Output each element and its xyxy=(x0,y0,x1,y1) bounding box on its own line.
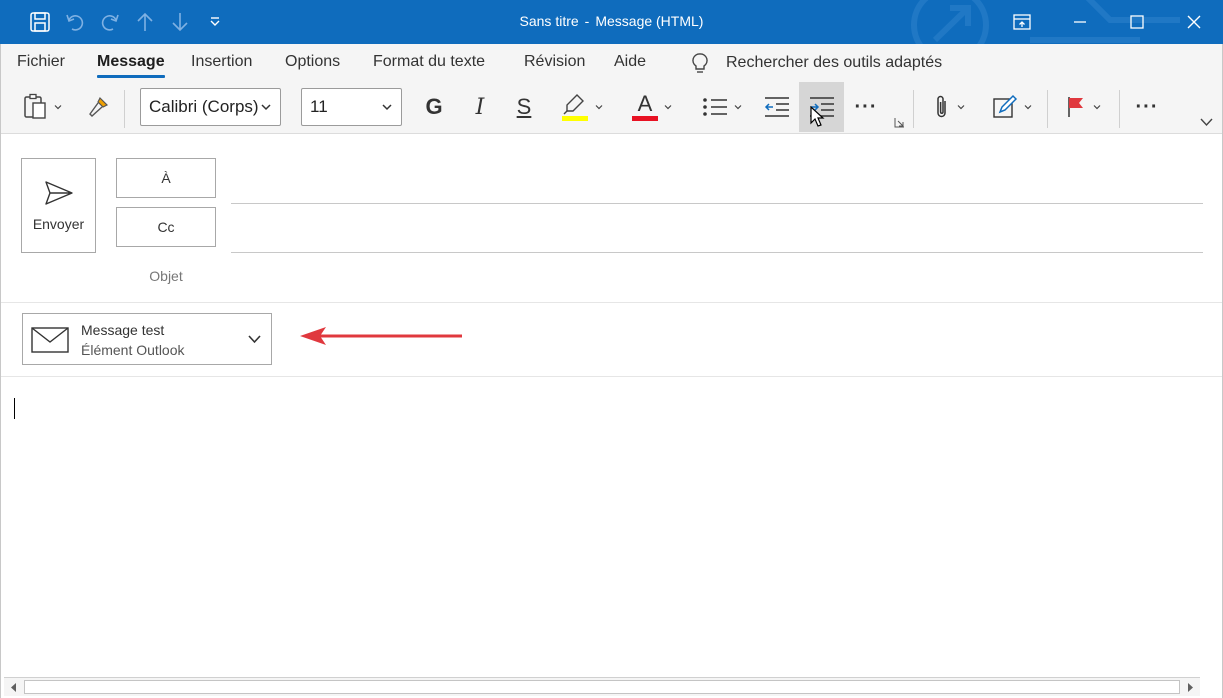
tell-me-label: Rechercher des outils adaptés xyxy=(726,54,943,71)
title-separator: - xyxy=(584,13,590,29)
ribbon-display-icon xyxy=(1012,14,1031,30)
highlighter-icon xyxy=(562,94,588,121)
decrease-indent-icon xyxy=(764,97,789,117)
envelope-icon xyxy=(31,327,69,353)
tell-me-search[interactable]: Rechercher des outils adaptés xyxy=(690,52,942,74)
close-button[interactable] xyxy=(1165,0,1222,44)
follow-up-flag-button[interactable] xyxy=(1058,82,1108,132)
to-button[interactable]: À xyxy=(116,158,216,198)
more-commands-button[interactable]: ··· xyxy=(1128,82,1166,132)
attachment-type: Élément Outlook xyxy=(81,342,185,358)
to-field[interactable] xyxy=(231,203,1203,204)
chevron-down-icon xyxy=(1199,118,1213,127)
ribbon-separator xyxy=(913,90,914,128)
font-size-select[interactable]: 11 xyxy=(301,88,402,126)
bullets-button[interactable] xyxy=(692,82,752,132)
decrease-indent-button[interactable] xyxy=(756,82,798,132)
tab-format-du-texte[interactable]: Format du texte xyxy=(373,53,485,71)
more-glyph: ··· xyxy=(1135,95,1159,118)
scroll-left-icon[interactable] xyxy=(7,681,21,693)
ribbon-toolbar: Calibri (Corps) 11 G I S A ··· ··· xyxy=(0,82,1223,134)
annotation-arrow xyxy=(300,327,462,345)
header-separator xyxy=(0,302,1223,303)
chevron-down-icon xyxy=(1024,105,1032,110)
send-label: Envoyer xyxy=(32,215,85,232)
attachment-separator xyxy=(0,376,1223,377)
signature-button[interactable] xyxy=(986,82,1038,132)
scrollbar-track[interactable] xyxy=(24,680,1180,694)
chevron-down-icon xyxy=(261,104,271,111)
underline-glyph: S xyxy=(516,94,532,119)
font-color-bar xyxy=(632,115,658,121)
title-bar: Sans titre - Message (HTML) xyxy=(0,0,1223,44)
maximize-button[interactable] xyxy=(1108,0,1165,44)
ribbon-separator xyxy=(1047,90,1048,128)
chevron-down-icon xyxy=(54,105,62,110)
dialog-launcher-icon xyxy=(894,117,904,127)
minimize-button[interactable] xyxy=(1051,0,1108,44)
text-cursor xyxy=(14,398,15,419)
paste-button[interactable] xyxy=(12,82,72,132)
tab-insertion[interactable]: Insertion xyxy=(191,53,252,71)
more-glyph: ··· xyxy=(854,95,878,118)
ribbon-display-options-button[interactable] xyxy=(993,0,1050,44)
close-icon xyxy=(1187,15,1200,29)
font-name-value: Calibri (Corps) xyxy=(149,97,259,116)
attachment-item[interactable]: Message test Élément Outlook xyxy=(22,313,272,365)
font-name-select[interactable]: Calibri (Corps) xyxy=(140,88,281,126)
signature-icon xyxy=(993,94,1018,118)
font-color-swatch: A xyxy=(632,90,658,121)
tab-revision[interactable]: Révision xyxy=(524,53,585,71)
italic-glyph: I xyxy=(475,94,485,120)
tab-aide[interactable]: Aide xyxy=(614,53,646,71)
cc-field[interactable] xyxy=(231,252,1203,253)
subject-field[interactable]: Objet xyxy=(116,268,216,284)
bold-glyph: G xyxy=(425,94,443,119)
chevron-down-icon xyxy=(957,105,965,110)
chevron-down-icon xyxy=(1093,105,1101,110)
menu-bar: Fichier Message Insertion Options Format… xyxy=(0,44,1223,82)
format-painter-icon xyxy=(89,96,109,117)
cc-button[interactable]: Cc xyxy=(116,207,216,247)
attachment-name: Message test xyxy=(81,322,165,338)
chevron-down-icon xyxy=(595,105,603,110)
paperclip-icon xyxy=(937,95,946,118)
chevron-down-icon xyxy=(734,105,742,110)
bullet-list-icon xyxy=(703,98,727,116)
chevron-down-icon xyxy=(664,105,672,110)
send-button[interactable]: Envoyer xyxy=(21,158,96,253)
italic-button[interactable]: I xyxy=(462,82,498,132)
paste-icon xyxy=(24,93,46,119)
highlight-button[interactable] xyxy=(552,82,612,132)
horizontal-scrollbar[interactable] xyxy=(4,677,1200,696)
format-painter-button[interactable] xyxy=(78,82,118,132)
send-icon xyxy=(44,180,73,205)
scroll-right-icon[interactable] xyxy=(1183,681,1197,693)
font-size-value: 11 xyxy=(310,97,328,116)
maximize-icon xyxy=(1129,15,1144,29)
chevron-down-icon[interactable] xyxy=(248,334,261,344)
window-border-left xyxy=(0,44,1,698)
ribbon-separator xyxy=(1119,90,1120,128)
flag-icon xyxy=(1068,97,1083,117)
ribbon-separator xyxy=(124,90,125,128)
underline-button[interactable]: S xyxy=(506,82,542,132)
mouse-cursor-icon xyxy=(810,106,825,127)
tab-message[interactable]: Message xyxy=(97,53,165,78)
chevron-down-icon xyxy=(382,104,392,111)
lightbulb-icon xyxy=(692,53,708,73)
ribbon-collapse-button[interactable] xyxy=(1194,82,1218,132)
attach-file-button[interactable] xyxy=(924,82,974,132)
document-type: Message (HTML) xyxy=(595,13,704,29)
font-color-glyph: A xyxy=(637,90,653,116)
bold-button[interactable]: G xyxy=(416,82,452,132)
group-dialog-launcher[interactable] xyxy=(890,82,908,132)
tab-options[interactable]: Options xyxy=(285,53,340,71)
font-color-button[interactable]: A xyxy=(622,82,682,132)
minimize-icon xyxy=(1073,21,1086,23)
document-name: Sans titre xyxy=(519,13,579,29)
tab-fichier[interactable]: Fichier xyxy=(17,53,65,71)
message-body[interactable] xyxy=(0,378,1223,678)
more-format-button[interactable]: ··· xyxy=(848,82,884,132)
